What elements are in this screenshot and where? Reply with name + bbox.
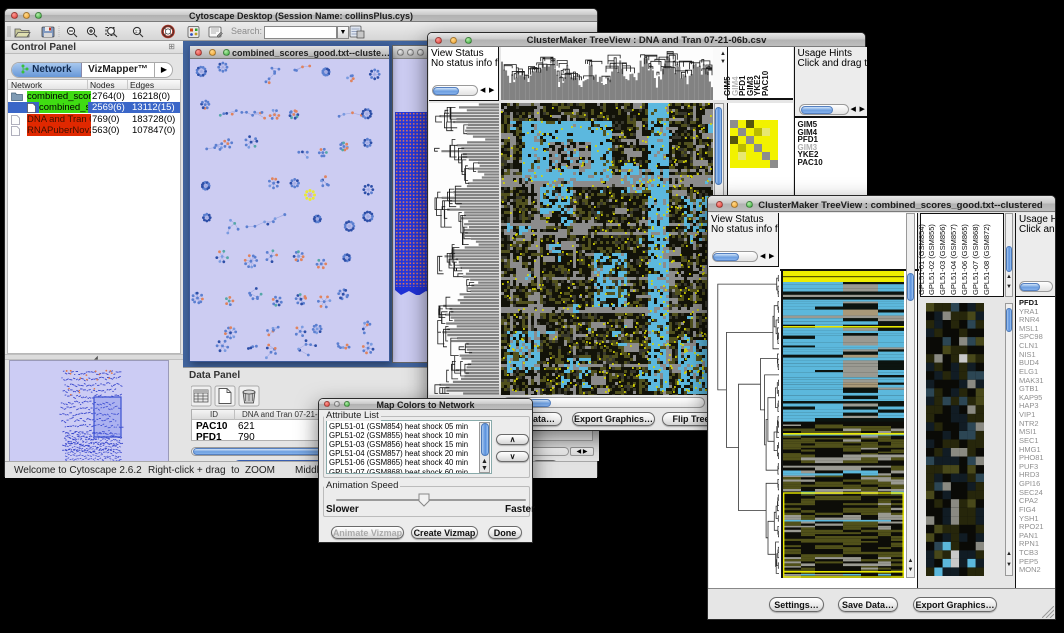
svg-text:Search:: Search: xyxy=(231,26,262,36)
svg-text:1:1: 1:1 xyxy=(135,29,142,34)
